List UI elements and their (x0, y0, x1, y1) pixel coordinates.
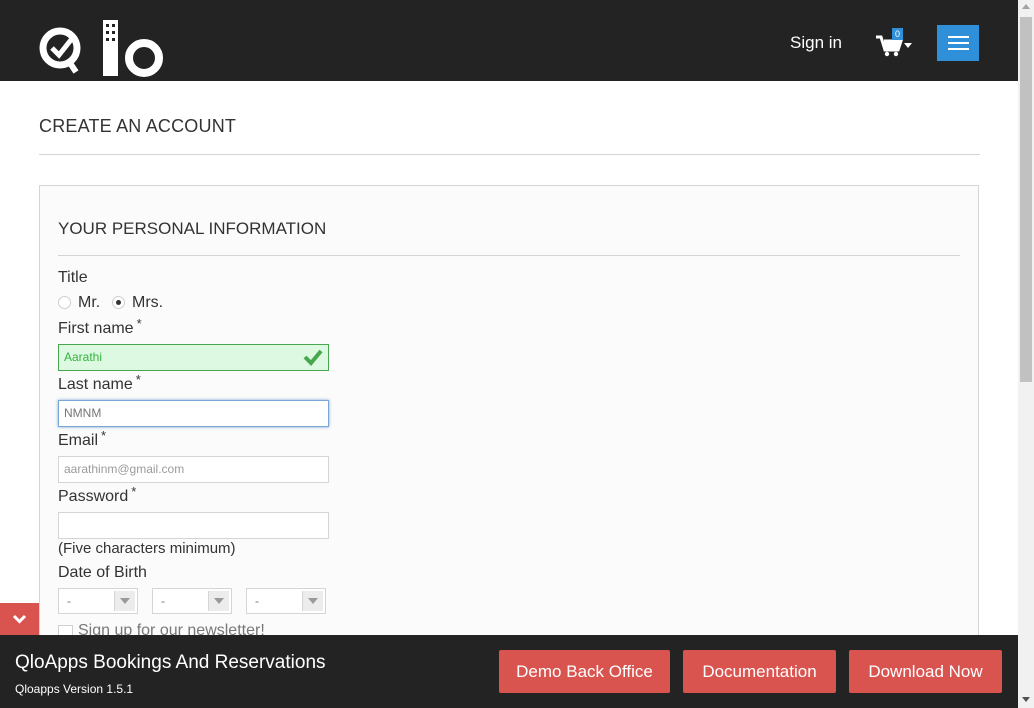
documentation-button[interactable]: Documentation (683, 650, 836, 693)
download-now-button[interactable]: Download Now (849, 650, 1002, 693)
chevron-down-icon (114, 591, 135, 611)
footer-version: Qloapps Version 1.5.1 (15, 682, 134, 696)
caret-down-icon (904, 43, 912, 48)
demo-back-office-button[interactable]: Demo Back Office (499, 650, 670, 693)
scroll-up-arrow-icon[interactable] (1022, 4, 1030, 9)
divider (58, 255, 960, 256)
title-label: Title (58, 269, 88, 286)
checkmark-icon (303, 349, 323, 366)
collapse-toggle-button[interactable] (0, 603, 39, 635)
dob-day-select[interactable]: - (58, 588, 138, 614)
sign-in-link[interactable]: Sign in (790, 33, 842, 53)
title-mrs-radio[interactable] (112, 296, 125, 309)
last-name-field[interactable]: NMNM (58, 400, 329, 427)
page-title: CREATE AN ACCOUNT (39, 116, 237, 136)
hamburger-menu-button[interactable] (937, 25, 979, 61)
scroll-down-arrow-icon[interactable] (1022, 697, 1030, 702)
divider (39, 154, 980, 155)
cart-count-badge: 0 (892, 28, 903, 40)
title-mr-radio[interactable] (58, 296, 71, 309)
chevron-down-icon (208, 591, 229, 611)
email-label: Email * (58, 428, 107, 449)
scrollbar-thumb[interactable] (1020, 17, 1032, 382)
logo-icon[interactable] (38, 18, 166, 80)
section-title: YOUR PERSONAL INFORMATION (58, 219, 327, 238)
email-field[interactable]: aarathinm@gmail.com (58, 456, 329, 483)
password-hint: (Five characters minimum) (58, 540, 236, 557)
chevron-down-icon (302, 591, 323, 611)
dob-label: Date of Birth (58, 564, 147, 581)
site-header (0, 0, 1018, 81)
dob-month-select[interactable]: - (152, 588, 232, 614)
title-mrs-label[interactable]: Mrs. (132, 294, 163, 312)
first-name-label: First name * (58, 316, 142, 337)
footer-title: QloApps Bookings And Reservations (15, 652, 326, 673)
password-label: Password * (58, 484, 137, 505)
password-field[interactable] (58, 512, 329, 539)
first-name-field[interactable]: Aarathi (58, 344, 329, 371)
dob-year-select[interactable]: - (246, 588, 326, 614)
chevron-down-icon (12, 614, 27, 624)
last-name-label: Last name * (58, 372, 141, 393)
title-mr-label[interactable]: Mr. (78, 294, 100, 312)
hamburger-menu-icon (948, 36, 969, 38)
